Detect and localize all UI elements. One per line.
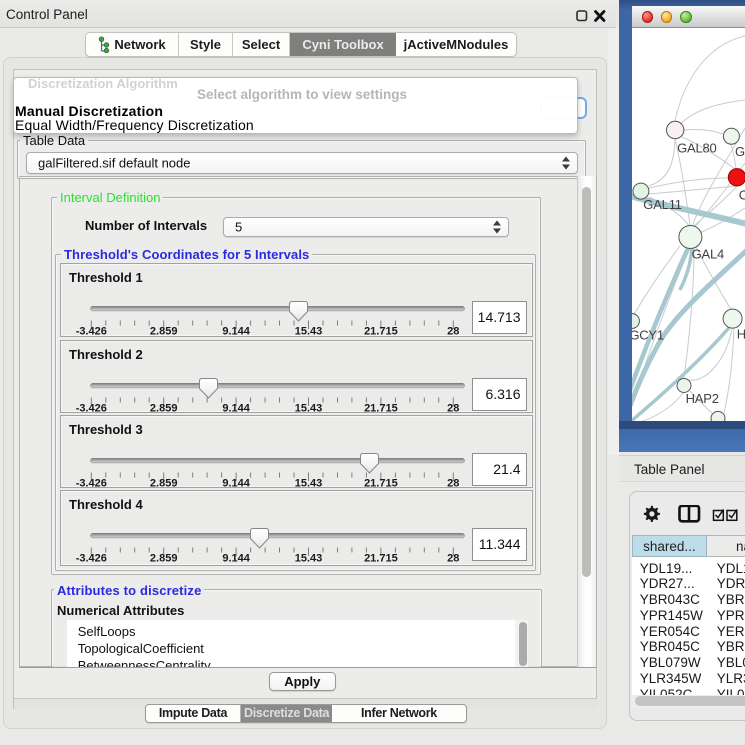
svg-text:2.859: 2.859 — [150, 553, 178, 565]
svg-text:15.43: 15.43 — [295, 478, 323, 490]
svg-text:2.859: 2.859 — [150, 478, 178, 490]
svg-text:21.715: 21.715 — [364, 553, 398, 565]
svg-text:28: 28 — [447, 403, 459, 415]
svg-text:9.144: 9.144 — [222, 326, 250, 338]
svg-text:28: 28 — [447, 326, 459, 338]
svg-text:9.144: 9.144 — [222, 478, 250, 490]
svg-text:15.43: 15.43 — [295, 326, 323, 338]
svg-text:21.715: 21.715 — [364, 326, 398, 338]
svg-text:2.859: 2.859 — [150, 403, 178, 415]
svg-text:9.144: 9.144 — [222, 553, 250, 565]
svg-text:9.144: 9.144 — [222, 403, 250, 415]
svg-text:-3.426: -3.426 — [76, 326, 107, 338]
svg-text:21.715: 21.715 — [364, 478, 398, 490]
svg-text:-3.426: -3.426 — [76, 403, 107, 415]
svg-text:28: 28 — [447, 478, 459, 490]
svg-text:28: 28 — [447, 553, 459, 565]
svg-text:15.43: 15.43 — [295, 553, 323, 565]
svg-text:-3.426: -3.426 — [76, 478, 107, 490]
svg-text:2.859: 2.859 — [150, 326, 178, 338]
svg-text:15.43: 15.43 — [295, 403, 323, 415]
svg-text:-3.426: -3.426 — [76, 553, 107, 565]
svg-text:21.715: 21.715 — [364, 403, 398, 415]
